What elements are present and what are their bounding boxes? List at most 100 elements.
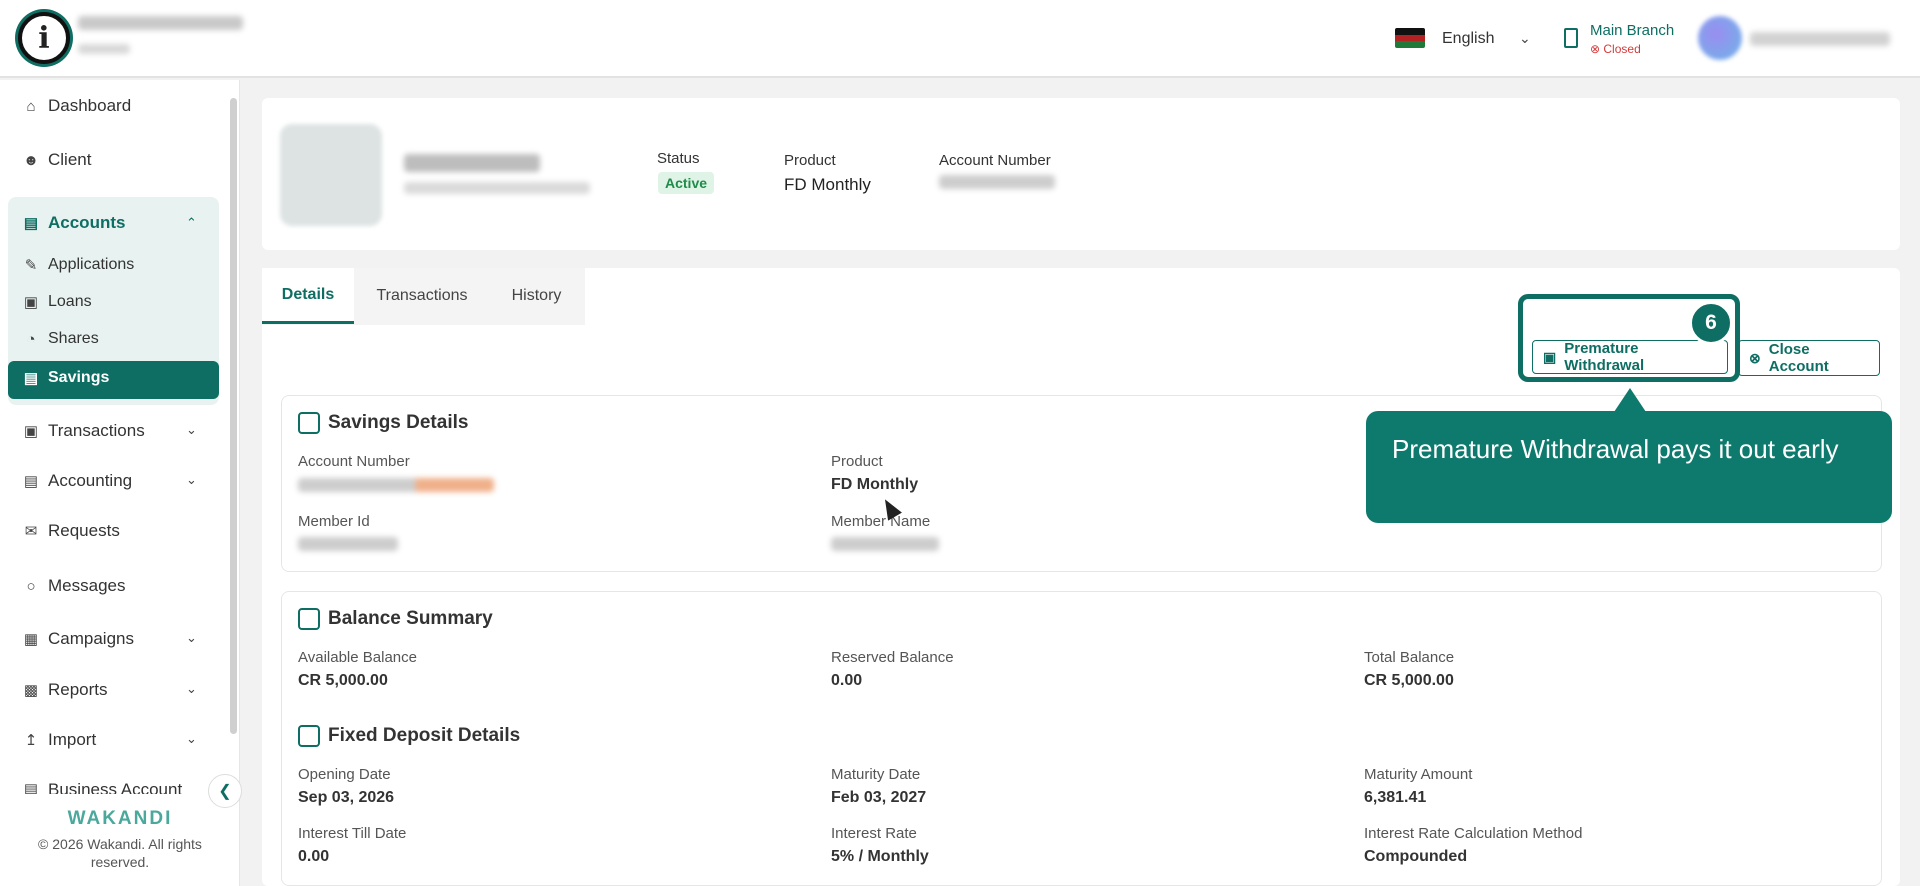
chevron-down-icon[interactable]: ⌄ — [186, 422, 197, 438]
collapse-sidebar-button[interactable]: ❮ — [208, 774, 242, 808]
branch-name[interactable]: Main Branch — [1590, 22, 1674, 39]
sidebar-item-label: Messages — [48, 576, 126, 595]
sidebar-item-label: Transactions — [48, 421, 145, 440]
close-account-button[interactable]: ⊗ Close Account — [1738, 340, 1880, 376]
balance-summary-title: Balance Summary — [298, 608, 493, 630]
available-balance-value: CR 5,000.00 — [298, 672, 388, 689]
walkthrough-tooltip[interactable]: Premature Withdrawal pays it out early — [1366, 411, 1892, 523]
book-icon: ▤ — [23, 473, 39, 490]
tooltip-arrow — [1614, 388, 1646, 412]
building-icon — [1564, 28, 1578, 48]
wallet-icon — [298, 608, 320, 630]
language-selector[interactable]: English — [1442, 30, 1494, 48]
user-avatar[interactable] — [1698, 16, 1742, 60]
sidebar-item-label: Requests — [48, 521, 120, 540]
interest-till-date-label: Interest Till Date — [298, 825, 407, 842]
sidebar-item-label: Shares — [48, 330, 99, 347]
tab-transactions[interactable]: Transactions — [356, 268, 488, 324]
sidebar-item-label: Business Account — [48, 780, 183, 794]
savings-details-title: Savings Details — [298, 412, 468, 434]
member-name — [404, 154, 540, 172]
chevron-down-icon[interactable]: ⌄ — [186, 731, 197, 747]
sidebar-item-label: Reports — [48, 680, 108, 699]
sidebar-scroll-thumb[interactable] — [230, 98, 237, 734]
sidebar-item-label: Campaigns — [48, 629, 134, 648]
sidebar-item-label: Accounts — [48, 213, 126, 232]
sidebar-item-dashboard[interactable]: ⌂ Dashboard — [22, 96, 131, 116]
walkthrough-step-badge: 6 — [1689, 301, 1733, 345]
account-header-card — [262, 98, 1900, 250]
tab-details[interactable]: Details — [262, 268, 354, 324]
sidebar-item-label: Accounting — [48, 471, 133, 490]
wallet-icon — [298, 412, 320, 434]
sidebar-item-label: Dashboard — [48, 96, 132, 115]
pie-chart-icon: ◔ — [26, 330, 36, 348]
calculation-method-value: Compounded — [1364, 848, 1468, 865]
chevron-down-icon[interactable]: ⌄ — [186, 630, 197, 646]
bar-chart-icon: ▩ — [23, 682, 39, 699]
user-name[interactable] — [1750, 32, 1890, 46]
copyright-text: © 2026 Wakandi. All rights reserved. — [38, 836, 202, 870]
member-id-label: Member Id — [298, 513, 370, 530]
product-label: Product — [831, 453, 883, 470]
opening-date-value: Sep 03, 2026 — [298, 789, 395, 806]
sidebar-item-client[interactable]: ☻ Client — [22, 150, 91, 170]
sidebar-item-transactions[interactable]: ▣ Transactions — [22, 421, 145, 441]
account-number-value — [939, 175, 1055, 189]
sidebar-item-reports[interactable]: ▩ Reports — [22, 680, 108, 700]
total-balance-value: CR 5,000.00 — [1364, 672, 1454, 689]
chevron-down-icon[interactable]: ⌄ — [186, 472, 197, 488]
sidebar-item-requests[interactable]: ✉ Requests — [22, 521, 120, 541]
maturity-date-value: Feb 03, 2027 — [831, 789, 927, 806]
section-title-text: Savings Details — [328, 412, 469, 433]
chevron-down-icon[interactable]: ⌄ — [1519, 30, 1531, 47]
member-name-value — [831, 537, 939, 551]
sidebar-item-loans[interactable]: ▣ Loans — [22, 293, 92, 311]
chevron-up-icon[interactable]: ⌃ — [186, 215, 197, 231]
total-balance-label: Total Balance — [1364, 649, 1455, 666]
reserved-balance-label: Reserved Balance — [831, 649, 954, 666]
available-balance-label: Available Balance — [298, 649, 417, 666]
home-icon: ⌂ — [26, 97, 36, 115]
sidebar-item-savings[interactable]: ▤ Savings — [22, 369, 109, 387]
cash-icon: ▣ — [23, 294, 39, 311]
sidebar-item-shares[interactable]: ◔ Shares — [22, 330, 99, 348]
app-logo-icon[interactable]: i — [18, 12, 70, 64]
sidebar-item-campaigns[interactable]: ▦ Campaigns — [22, 629, 134, 649]
member-name-label: Member Name — [831, 513, 931, 530]
sidebar-item-applications[interactable]: ✎ Applications — [22, 256, 135, 274]
interest-rate-value: 5% / Monthly — [831, 848, 929, 865]
calendar-icon — [298, 725, 320, 747]
sidebar-item-accounts[interactable]: ▤ Accounts — [22, 213, 126, 233]
mail-icon: ✉ — [24, 523, 38, 540]
top-bar — [0, 0, 1920, 78]
file-edit-icon: ✎ — [24, 257, 38, 274]
sidebar-item-accounting[interactable]: ▤ Accounting — [22, 471, 132, 491]
tab-history[interactable]: History — [488, 268, 585, 324]
member-id-value — [298, 537, 398, 551]
sidebar-item-business-account[interactable]: ▤ Business Account — [22, 780, 182, 794]
cash-icon: ▣ — [23, 423, 39, 440]
sidebar-item-label: Loans — [48, 293, 92, 310]
status-badge: Active — [658, 172, 715, 194]
sidebar-item-label: Applications — [48, 256, 135, 273]
calculation-method-label: Interest Rate Calculation Method — [1364, 825, 1583, 842]
section-title-text: Balance Summary — [328, 608, 493, 629]
organization-name — [78, 16, 243, 30]
opening-date-label: Opening Date — [298, 766, 391, 783]
upload-icon: ↥ — [24, 732, 38, 749]
close-account-label: Close Account — [1768, 341, 1829, 375]
sidebar-item-messages[interactable]: ○ Messages — [22, 576, 125, 596]
account-number-label: Account Number — [298, 453, 410, 470]
section-title-text: Fixed Deposit Details — [328, 725, 521, 746]
users-icon: ☻ — [23, 151, 39, 169]
chevron-down-icon[interactable]: ⌄ — [186, 681, 197, 697]
sidebar-item-label: Import — [48, 730, 97, 749]
organization-subtitle — [78, 44, 130, 54]
product-value: FD Monthly — [831, 476, 919, 493]
member-avatar — [280, 124, 382, 226]
sidebar-item-import[interactable]: ↥ Import — [22, 730, 96, 750]
balance-summary-section — [281, 591, 1882, 886]
grid-icon: ▦ — [23, 631, 39, 648]
reserved-balance-value: 0.00 — [831, 672, 863, 689]
